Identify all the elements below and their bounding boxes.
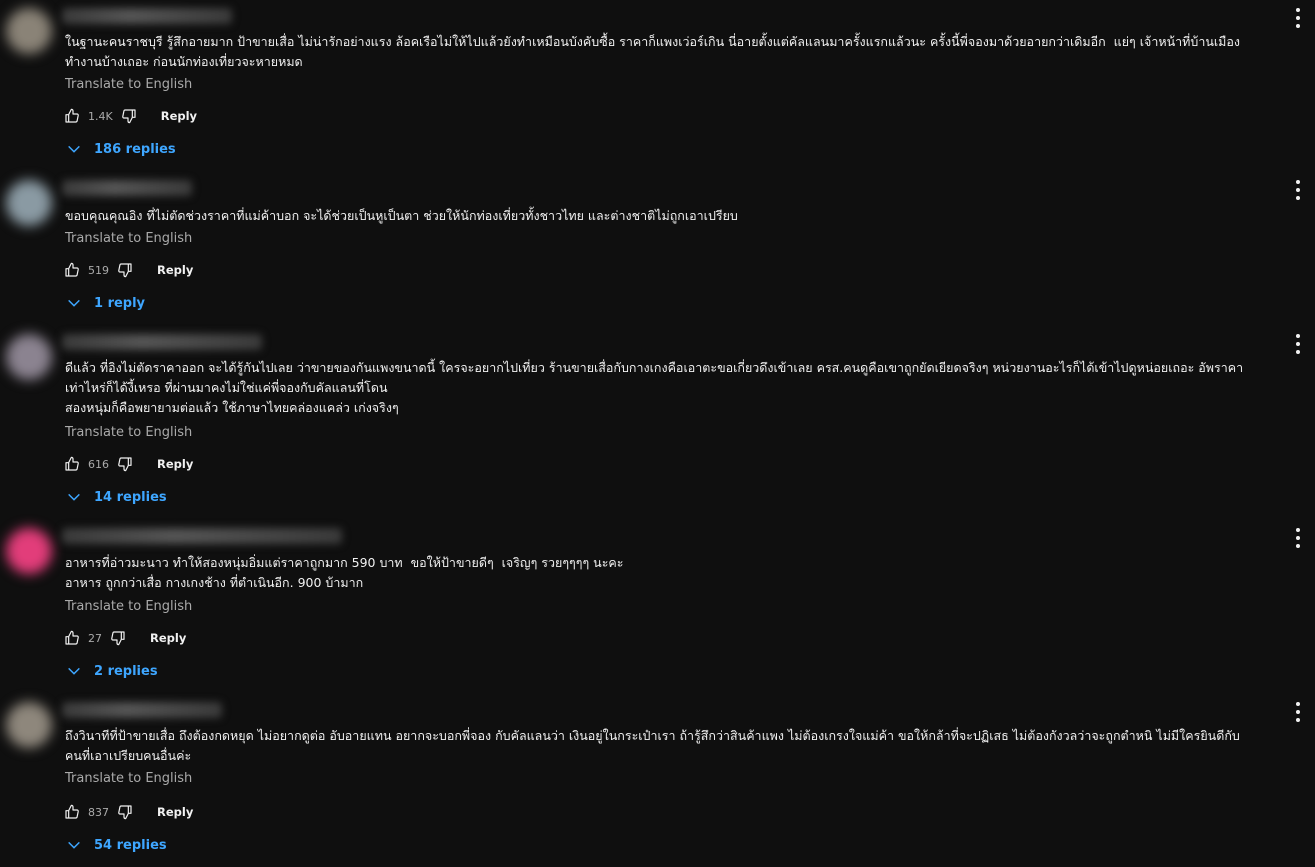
like-icon[interactable] [64,262,80,278]
dislike-icon[interactable] [110,630,126,646]
dislike-icon[interactable] [117,262,133,278]
comment-actions: 837 Reply [64,800,193,824]
comment-text: ดีแล้ว ที่อิงไม่ตัดราคาออก จะได้รู้กันไป… [65,360,1244,415]
chevron-down-icon [68,841,80,849]
more-actions-icon[interactable] [1293,180,1303,200]
translate-link[interactable]: Translate to English [65,599,192,614]
view-replies-button[interactable]: 14 replies [66,487,167,507]
author-name-redacted[interactable] [62,334,262,350]
reply-button[interactable]: Reply [150,631,186,645]
like-count: 616 [88,457,109,471]
more-actions-icon[interactable] [1293,334,1303,354]
comment-actions: 616 Reply [64,452,193,476]
author-name-redacted[interactable] [62,180,192,196]
reply-button[interactable]: Reply [161,109,197,123]
chevron-down-icon [68,145,80,153]
replies-count: 2 replies [94,663,158,679]
translate-link[interactable]: Translate to English [65,771,192,786]
reply-button[interactable]: Reply [157,263,193,277]
reply-button[interactable]: Reply [157,457,193,471]
comment-actions: 27 Reply [64,626,186,650]
comments-section: ในฐานะคนราชบุรี รู้สึกอายมาก ป้าขายเสื่อ… [0,0,1315,867]
comment-text: อาหารที่อ่าวมะนาว ทำให้สองหนุ่มอิ่มแต่รา… [65,555,624,590]
translate-link[interactable]: Translate to English [65,231,192,246]
like-icon[interactable] [64,804,80,820]
dislike-icon[interactable] [117,804,133,820]
avatar[interactable] [6,8,52,54]
comment-actions: 519 Reply [64,258,193,282]
dislike-icon[interactable] [121,108,137,124]
avatar[interactable] [6,334,52,380]
reply-button[interactable]: Reply [157,805,193,819]
avatar[interactable] [6,702,52,748]
dislike-icon[interactable] [117,456,133,472]
more-actions-icon[interactable] [1293,702,1303,722]
replies-count: 54 replies [94,837,167,853]
author-name-redacted[interactable] [62,702,222,718]
like-count: 1.4K [88,109,113,123]
like-icon[interactable] [64,108,80,124]
replies-count: 186 replies [94,141,176,157]
view-replies-button[interactable]: 186 replies [66,139,176,159]
comment-text: ถึงวินาทีที่ป้าขายเสื่อ ถึงต้องกดหยุด ไม… [65,728,1240,763]
avatar[interactable] [6,528,52,574]
translate-link[interactable]: Translate to English [65,425,192,440]
chevron-down-icon [68,493,80,501]
replies-count: 1 reply [94,295,146,311]
translate-link[interactable]: Translate to English [65,77,192,92]
more-actions-icon[interactable] [1293,528,1303,548]
chevron-down-icon [68,667,80,675]
view-replies-button[interactable]: 2 replies [66,661,158,681]
replies-count: 14 replies [94,489,167,505]
view-replies-button[interactable]: 54 replies [66,835,167,855]
view-replies-button[interactable]: 1 reply [66,293,145,313]
more-actions-icon[interactable] [1293,8,1303,28]
author-name-redacted[interactable] [62,528,342,544]
avatar[interactable] [6,180,52,226]
like-count: 519 [88,263,109,277]
like-icon[interactable] [64,630,80,646]
chevron-down-icon [68,299,80,307]
like-icon[interactable] [64,456,80,472]
comment-text: ในฐานะคนราชบุรี รู้สึกอายมาก ป้าขายเสื่อ… [65,34,1241,69]
comment-text: ขอบคุณคุณอิง ที่ไม่ตัดช่วงราคาที่แม่ค้าบ… [65,208,738,223]
author-name-redacted[interactable] [62,8,232,24]
comment-actions: 1.4K Reply [64,104,197,128]
like-count: 27 [88,631,102,645]
like-count: 837 [88,805,109,819]
